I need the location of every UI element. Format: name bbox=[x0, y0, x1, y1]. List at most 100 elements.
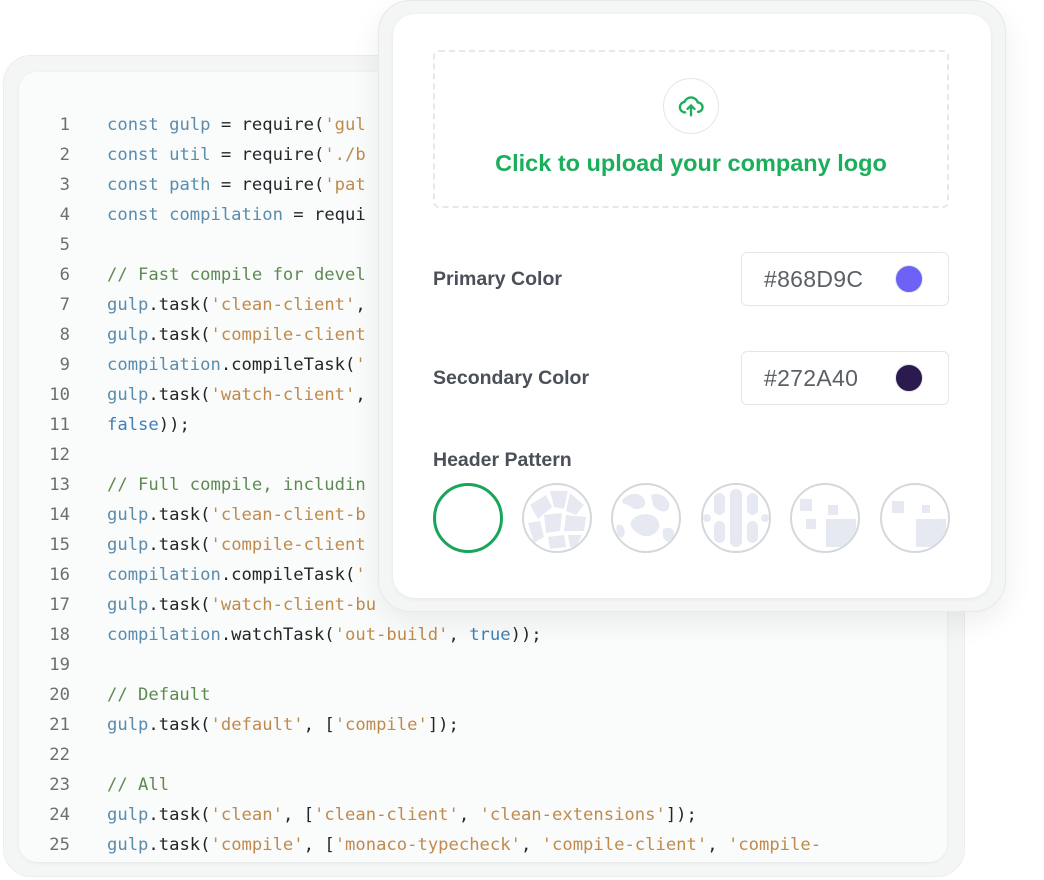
pattern-option-squares-alt[interactable] bbox=[880, 483, 950, 553]
code-token: .task( bbox=[148, 805, 211, 825]
pattern-blocks-icon bbox=[528, 491, 586, 549]
code-token: .task( bbox=[148, 535, 211, 555]
code-token: .task( bbox=[148, 295, 211, 315]
line-number: 13 bbox=[49, 475, 70, 495]
line-number: 12 bbox=[49, 445, 70, 465]
code-token: gulp bbox=[107, 295, 149, 315]
code-text: // Full compile, includin bbox=[107, 470, 366, 500]
code-text: compilation.watchTask('out-build', true)… bbox=[107, 620, 542, 650]
pattern-option-squares[interactable] bbox=[790, 483, 860, 553]
pattern-squares-icon bbox=[800, 499, 856, 547]
code-token: gulp bbox=[107, 325, 149, 345]
code-token: , bbox=[448, 625, 470, 645]
code-text: false)); bbox=[107, 410, 190, 440]
line-number: 18 bbox=[49, 625, 70, 645]
code-token: .task( bbox=[148, 505, 211, 525]
code-token: 'compile-client' bbox=[541, 835, 708, 855]
code-token: , bbox=[458, 805, 480, 825]
code-token: const bbox=[107, 205, 170, 225]
code-text: // Fast compile for devel bbox=[107, 260, 366, 290]
code-token: 'gul bbox=[324, 115, 366, 135]
code-token: const bbox=[107, 175, 170, 195]
code-token: 'watch-client-bu bbox=[210, 595, 377, 615]
code-text: // Default bbox=[107, 680, 210, 710]
code-token: './b bbox=[324, 145, 366, 165]
logo-upload-dropzone[interactable]: Click to upload your company logo bbox=[433, 50, 949, 208]
code-token: .task( bbox=[148, 385, 211, 405]
primary-color-value: #868D9C bbox=[764, 266, 864, 292]
line-number: 20 bbox=[49, 685, 70, 705]
code-token: 'compile' bbox=[210, 835, 304, 855]
primary-color-input[interactable]: #868D9C bbox=[741, 252, 949, 306]
code-token: 'compile-client bbox=[210, 325, 366, 345]
pattern-option-dots-lines[interactable] bbox=[701, 483, 771, 553]
line-number: 4 bbox=[59, 205, 70, 225]
line-number: 5 bbox=[59, 235, 70, 255]
code-text: gulp.task('compile-client bbox=[107, 320, 366, 350]
code-token: compilation bbox=[107, 355, 221, 375]
code-token: // All bbox=[107, 775, 170, 795]
line-number: 7 bbox=[59, 295, 70, 315]
primary-color-swatch[interactable] bbox=[895, 265, 923, 293]
line-number: 9 bbox=[59, 355, 70, 375]
code-token: .task( bbox=[148, 595, 211, 615]
code-text: gulp.task('watch-client', bbox=[107, 380, 366, 410]
code-token: gulp bbox=[107, 505, 149, 525]
code-text: compilation.compileTask(' bbox=[107, 560, 366, 590]
code-token: .task( bbox=[148, 835, 211, 855]
code-text: // All bbox=[107, 770, 169, 800]
code-token: ' bbox=[355, 355, 366, 375]
code-text: gulp.task('compile', ['monaco-typecheck'… bbox=[107, 830, 821, 860]
code-token: , bbox=[355, 385, 366, 405]
code-token: // Fast compile for devel bbox=[107, 265, 366, 285]
code-token: = require( bbox=[210, 175, 325, 195]
code-text: gulp.task('clean-client-b bbox=[107, 500, 366, 530]
code-token: ' bbox=[355, 565, 366, 585]
line-number: 8 bbox=[59, 325, 70, 345]
code-token: 'clean' bbox=[210, 805, 283, 825]
line-number: 10 bbox=[49, 385, 70, 405]
code-token: 'watch-client' bbox=[210, 385, 356, 405]
code-token: , [ bbox=[303, 835, 335, 855]
code-token: gulp bbox=[107, 535, 149, 555]
code-token: 'clean-client' bbox=[313, 805, 459, 825]
code-token: = require( bbox=[210, 145, 325, 165]
secondary-color-value: #272A40 bbox=[764, 365, 859, 391]
pattern-option-blocks[interactable] bbox=[522, 483, 592, 553]
code-token: 'clean-client-b bbox=[210, 505, 366, 525]
pattern-option-blobs[interactable] bbox=[611, 483, 681, 553]
cloud-upload-icon bbox=[663, 78, 719, 134]
line-number: 22 bbox=[49, 745, 70, 765]
code-token: gulp bbox=[107, 715, 149, 735]
line-number: 14 bbox=[49, 505, 70, 525]
line-number: 1 bbox=[59, 115, 70, 135]
code-token: gulp bbox=[107, 595, 149, 615]
code-token: .compileTask( bbox=[220, 565, 356, 585]
code-text: const util = require('./b bbox=[107, 140, 366, 170]
secondary-color-swatch[interactable] bbox=[895, 364, 923, 392]
secondary-color-label: Secondary Color bbox=[433, 367, 590, 389]
code-text: const compilation = requi bbox=[107, 200, 366, 230]
code-token: gulp bbox=[107, 805, 149, 825]
code-token: 'out-build' bbox=[334, 625, 449, 645]
line-number: 23 bbox=[49, 775, 70, 795]
code-text: const gulp = require('gul bbox=[107, 110, 366, 140]
line-number: 19 bbox=[49, 655, 70, 675]
code-token: , bbox=[707, 835, 728, 855]
code-token: ]); bbox=[665, 805, 697, 825]
line-number: 16 bbox=[49, 565, 70, 585]
code-token: , [ bbox=[303, 715, 335, 735]
code-token: .compileTask( bbox=[220, 355, 356, 375]
pattern-option-none[interactable] bbox=[433, 483, 503, 553]
line-number: 17 bbox=[49, 595, 70, 615]
code-token: )); bbox=[510, 625, 542, 645]
header-pattern-label: Header Pattern bbox=[433, 449, 572, 471]
line-number: 11 bbox=[49, 415, 70, 435]
pattern-dots-lines-icon bbox=[703, 489, 769, 547]
secondary-color-input[interactable]: #272A40 bbox=[741, 351, 949, 405]
line-number: 6 bbox=[59, 265, 70, 285]
code-text: gulp.task('clean', ['clean-client', 'cle… bbox=[107, 800, 697, 830]
code-token: = requi bbox=[282, 205, 366, 225]
code-token: compilation bbox=[169, 205, 283, 225]
code-token: 'compile-client bbox=[210, 535, 366, 555]
